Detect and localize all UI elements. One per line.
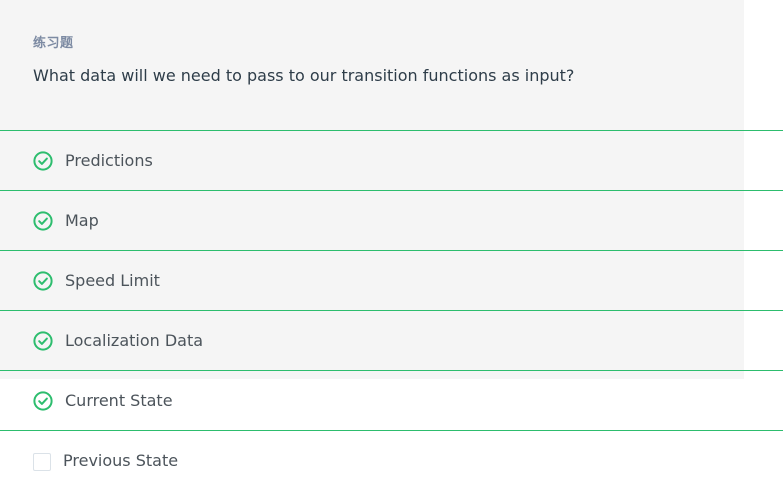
check-circle-icon <box>33 151 53 171</box>
check-circle-icon <box>33 271 53 291</box>
quiz-question: What data will we need to pass to our tr… <box>33 66 575 85</box>
check-circle-icon <box>33 211 53 231</box>
check-circle-icon <box>33 391 53 411</box>
option-map[interactable]: Map <box>0 190 783 250</box>
quiz-eyebrow: 练习题 <box>33 36 74 51</box>
answer-options-list: Predictions Map Speed Limit Localization… <box>0 130 783 490</box>
quiz-header: 练习题 What data will we need to pass to ou… <box>33 35 733 87</box>
option-label: Predictions <box>65 151 153 170</box>
option-current-state[interactable]: Current State <box>0 370 783 430</box>
option-label: Map <box>65 211 99 230</box>
option-predictions[interactable]: Predictions <box>0 130 783 190</box>
quiz-container: 练习题 What data will we need to pass to ou… <box>0 0 783 481</box>
option-label: Speed Limit <box>65 271 160 290</box>
option-label: Localization Data <box>65 331 204 350</box>
option-localization-data[interactable]: Localization Data <box>0 310 783 370</box>
check-circle-icon <box>33 331 53 351</box>
empty-checkbox-icon[interactable] <box>33 453 51 471</box>
option-label: Previous State <box>63 451 179 470</box>
option-label: Current State <box>65 391 173 410</box>
option-speed-limit[interactable]: Speed Limit <box>0 250 783 310</box>
option-previous-state[interactable]: Previous State <box>0 430 783 490</box>
